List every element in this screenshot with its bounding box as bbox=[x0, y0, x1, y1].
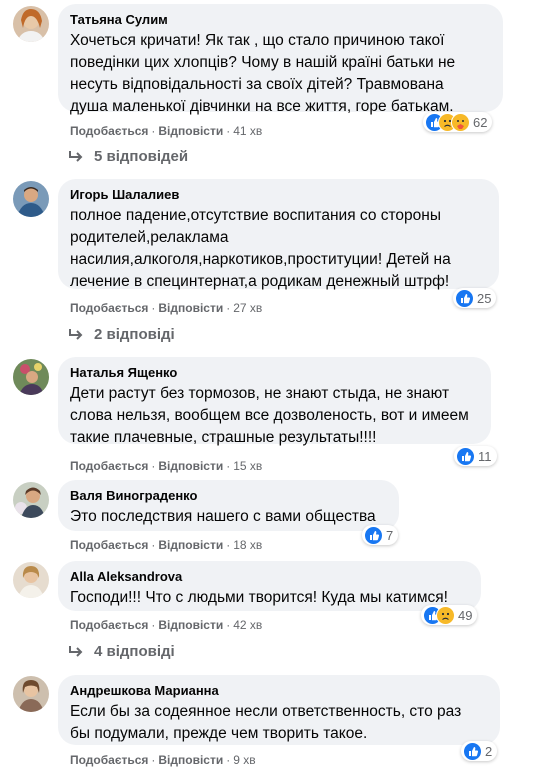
reply-button[interactable]: Відповісти bbox=[158, 459, 223, 473]
reply-button[interactable]: Відповісти bbox=[158, 538, 223, 552]
replies-count[interactable]: 5 відповідей bbox=[94, 147, 188, 167]
comment-actions: Подобається · Відповісти · 9 хв bbox=[70, 753, 256, 767]
comment-author[interactable]: Татьяна Сулим bbox=[70, 12, 491, 28]
comment-time[interactable]: 18 хв bbox=[233, 538, 262, 552]
avatar[interactable] bbox=[13, 181, 49, 217]
comment-bubble: Alla Aleksandrova Господи!!! Что с людьм… bbox=[58, 561, 481, 611]
like-button[interactable]: Подобається bbox=[70, 124, 148, 138]
comment-actions: Подобається · Відповісти · 15 хв bbox=[70, 459, 263, 473]
comment-author[interactable]: Игорь Шалалиев bbox=[70, 187, 487, 203]
reply-button[interactable]: Відповісти bbox=[158, 618, 223, 632]
view-replies-link[interactable]: 5 відповідей bbox=[68, 147, 188, 167]
view-replies-link[interactable]: 2 відповіді bbox=[68, 325, 175, 345]
reaction-count: 62 bbox=[473, 114, 488, 130]
avatar[interactable] bbox=[13, 359, 49, 395]
comment-actions: Подобається · Відповісти · 42 хв bbox=[70, 618, 263, 632]
comment-author[interactable]: Наталья Ященко bbox=[70, 365, 479, 381]
like-icon bbox=[463, 741, 482, 761]
like-button[interactable]: Подобається bbox=[70, 301, 148, 315]
comment-text: Хочеться кричати! Як так , що стало прич… bbox=[70, 32, 456, 115]
comment-author[interactable]: Alla Aleksandrova bbox=[70, 569, 469, 585]
comment-time[interactable]: 15 хв bbox=[233, 459, 262, 473]
comment-actions: Подобається · Відповісти · 27 хв bbox=[70, 301, 263, 315]
reply-button[interactable]: Відповісти bbox=[158, 124, 223, 138]
comment-bubble: Андрешкова Марианна Если бы за содеянное… bbox=[58, 675, 500, 745]
like-button[interactable]: Подобається bbox=[70, 753, 148, 767]
comment-bubble: Игорь Шалалиев полное падение,отсутствие… bbox=[58, 179, 499, 290]
comment-time[interactable]: 9 хв bbox=[233, 753, 255, 767]
comment-time[interactable]: 27 хв bbox=[233, 301, 262, 315]
like-icon bbox=[364, 525, 383, 545]
reaction-summary[interactable]: 62 bbox=[423, 112, 493, 132]
comment-text: Господи!!! Что с людьми творится! Куда м… bbox=[70, 589, 448, 606]
comment-time[interactable]: 41 хв bbox=[233, 124, 262, 138]
comment-bubble: Татьяна Сулим Хочеться кричати! Як так ,… bbox=[58, 4, 503, 115]
comment-text: Если бы за содеянное несли ответственнос… bbox=[70, 703, 462, 742]
reaction-summary[interactable]: 2 bbox=[461, 741, 498, 761]
reaction-count: 7 bbox=[386, 527, 394, 543]
reaction-summary[interactable]: 25 bbox=[453, 288, 497, 308]
comment-bubble: Валя Винограденко Это последствия нашего… bbox=[58, 480, 399, 531]
view-replies-link[interactable]: 4 відповіді bbox=[68, 642, 175, 662]
like-button[interactable]: Подобається bbox=[70, 618, 148, 632]
reaction-count: 49 bbox=[458, 607, 473, 623]
comment-author[interactable]: Андрешкова Марианна bbox=[70, 683, 488, 699]
comment-text: Это последствия нашего с вами общества bbox=[70, 508, 376, 525]
like-button[interactable]: Подобається bbox=[70, 459, 148, 473]
like-icon bbox=[455, 288, 474, 308]
avatar[interactable] bbox=[13, 676, 49, 712]
reaction-count: 11 bbox=[478, 448, 492, 464]
reply-button[interactable]: Відповісти bbox=[158, 301, 223, 315]
comment-actions: Подобається · Відповісти · 18 хв bbox=[70, 538, 263, 552]
replies-count[interactable]: 2 відповіді bbox=[94, 325, 175, 345]
reaction-count: 2 bbox=[485, 743, 493, 759]
replies-count[interactable]: 4 відповіді bbox=[94, 642, 175, 662]
comment-author[interactable]: Валя Винограденко bbox=[70, 488, 387, 504]
reaction-count: 25 bbox=[477, 290, 492, 306]
sad-icon bbox=[436, 605, 455, 625]
like-icon bbox=[456, 446, 475, 466]
reply-arrow-icon bbox=[69, 151, 83, 162]
comment-text: полное падение,отсутствие воспитания со … bbox=[70, 207, 451, 290]
reaction-summary[interactable]: 11 bbox=[454, 446, 497, 466]
reply-arrow-icon bbox=[69, 646, 83, 657]
care-icon bbox=[451, 112, 470, 132]
comment-actions: Подобається · Відповісти · 41 хв bbox=[70, 124, 263, 138]
avatar[interactable] bbox=[13, 6, 49, 42]
reaction-summary[interactable]: 49 bbox=[421, 605, 478, 625]
comment-bubble: Наталья Ященко Дети растут без тормозов,… bbox=[58, 357, 491, 446]
avatar[interactable] bbox=[13, 562, 49, 598]
like-button[interactable]: Подобається bbox=[70, 538, 148, 552]
reply-arrow-icon bbox=[69, 329, 83, 340]
comment-time[interactable]: 42 хв bbox=[233, 618, 262, 632]
avatar[interactable] bbox=[13, 482, 49, 518]
comment-text: Дети растут без тормозов, не знают стыда… bbox=[70, 385, 469, 446]
reply-button[interactable]: Відповісти bbox=[158, 753, 223, 767]
reaction-summary[interactable]: 7 bbox=[362, 525, 399, 545]
